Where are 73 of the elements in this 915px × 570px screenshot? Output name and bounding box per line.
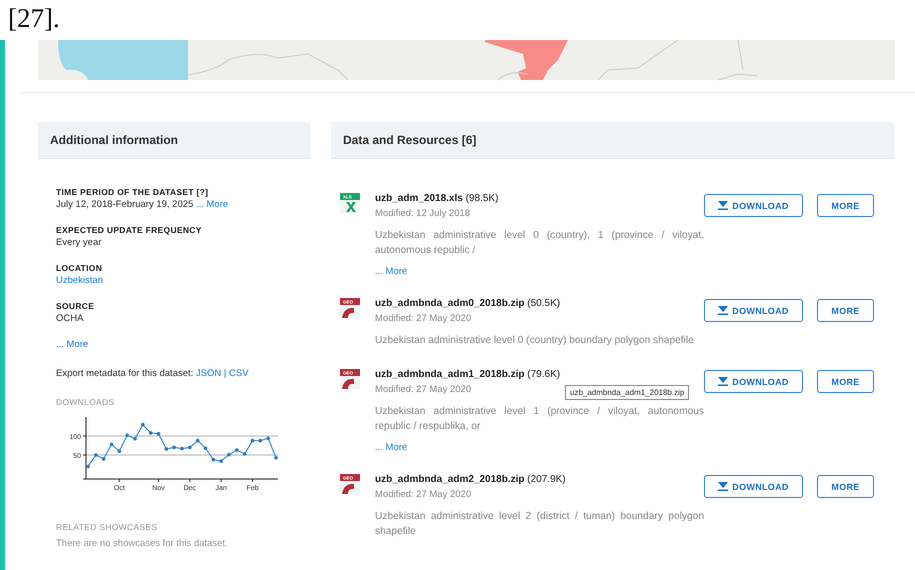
page-fragment-text: [27]. bbox=[7, 2, 61, 35]
field-label: EXPECTED UPDATE FREQUENCY bbox=[56, 225, 203, 235]
panel-title: Additional information bbox=[38, 122, 310, 159]
data-point bbox=[141, 422, 145, 426]
data-point bbox=[156, 432, 160, 436]
panel-title: Data and Resources [6] bbox=[331, 122, 894, 159]
field-link[interactable]: Uzbekistan bbox=[56, 275, 103, 286]
download-button[interactable]: DOWNLOAD bbox=[704, 194, 803, 217]
field-label: TIME PERIOD OF THE DATASET [?] bbox=[56, 187, 210, 197]
data-point bbox=[133, 436, 137, 440]
data-point bbox=[110, 442, 114, 446]
data-point bbox=[196, 438, 200, 442]
resource-name: uzb_admbnda_adm2_2018b.zip (207.9K) bbox=[375, 474, 567, 485]
modified-date: Modified: 27 May 2020 bbox=[375, 384, 472, 395]
download-icon bbox=[718, 482, 728, 491]
more-button[interactable]: MORE bbox=[817, 299, 874, 322]
resource-description: Uzbekistan administrative level 2 (district / tuman) boundary polygon shapefile bbox=[375, 510, 704, 539]
modified-date: Modified: 12 July 2018 bbox=[375, 208, 470, 219]
field-value: July 12, 2018-February 19, 2025 bbox=[56, 199, 194, 210]
data-point bbox=[242, 452, 246, 456]
y-axis bbox=[82, 416, 86, 480]
data-point bbox=[227, 452, 231, 456]
download-icon bbox=[718, 306, 728, 315]
json-link[interactable]: JSON bbox=[196, 368, 222, 379]
field-label: SOURCE bbox=[56, 301, 96, 311]
empty-message: There are no showcases for this dataset. bbox=[56, 538, 229, 549]
download-icon bbox=[718, 377, 728, 386]
data-point bbox=[148, 431, 152, 435]
more-button[interactable]: MORE bbox=[817, 194, 874, 217]
modified-date: Modified: 27 May 2020 bbox=[375, 489, 472, 500]
chart-title: DOWNLOADS bbox=[56, 397, 116, 407]
separator-text: | bbox=[224, 368, 226, 379]
data-point bbox=[125, 433, 129, 438]
data-point bbox=[258, 438, 262, 442]
tooltip: uzb_admbnda_adm1_2018b.zip bbox=[565, 385, 690, 400]
resource-name: uzb_admbnda_adm1_2018b.zip (79.6K) bbox=[375, 369, 562, 380]
more-link[interactable]: ... More bbox=[375, 266, 408, 277]
data-point bbox=[266, 436, 270, 440]
modified-date: Modified: 27 May 2020 bbox=[375, 313, 472, 324]
data-point bbox=[235, 448, 239, 452]
download-icon bbox=[718, 201, 728, 210]
data-point bbox=[204, 446, 208, 450]
data-point bbox=[118, 449, 122, 454]
export-text: Export metadata for this dataset: bbox=[56, 368, 194, 379]
resource-description: Uzbekistan administrative level 0 (country) boundary polygon shapefile bbox=[375, 334, 695, 348]
data-point bbox=[86, 464, 90, 468]
data-point bbox=[164, 447, 168, 451]
data-point bbox=[250, 438, 254, 442]
field-link[interactable]: ... More bbox=[196, 199, 228, 210]
data-point bbox=[172, 446, 176, 450]
more-link[interactable]: ... More bbox=[375, 442, 408, 453]
field-value: OCHA bbox=[56, 313, 84, 324]
data-point bbox=[102, 457, 106, 461]
section-title: RELATED SHOWCASES bbox=[56, 522, 158, 532]
data-point bbox=[188, 446, 192, 450]
field-value: Every year bbox=[56, 237, 102, 248]
download-button[interactable]: DOWNLOAD bbox=[704, 475, 803, 498]
resource-description: Uzbekistan administrative level 0 (country), 1 (province / viloyat, autonomous republic / bbox=[375, 229, 704, 258]
resource-name: uzb_admbnda_adm0_2018b.zip (50.5K) bbox=[375, 298, 562, 309]
data-point bbox=[274, 456, 278, 460]
data-point bbox=[180, 446, 184, 450]
csv-link[interactable]: CSV bbox=[229, 368, 249, 379]
download-button[interactable]: DOWNLOAD bbox=[704, 299, 803, 322]
field-label: LOCATION bbox=[56, 263, 104, 273]
resource-description: Uzbekistan administrative level 1 (province / viloyat, autonomous republic / respublika, or bbox=[375, 405, 704, 434]
more-link[interactable]: ... More bbox=[56, 339, 88, 350]
resource-name: uzb_adm_2018.xls (98.5K) bbox=[375, 193, 500, 204]
more-button[interactable]: MORE bbox=[817, 370, 874, 393]
more-button[interactable]: MORE bbox=[817, 475, 874, 498]
download-button[interactable]: DOWNLOAD bbox=[704, 370, 803, 393]
data-point bbox=[219, 459, 223, 463]
data-point bbox=[94, 453, 98, 457]
data-point bbox=[212, 458, 216, 462]
